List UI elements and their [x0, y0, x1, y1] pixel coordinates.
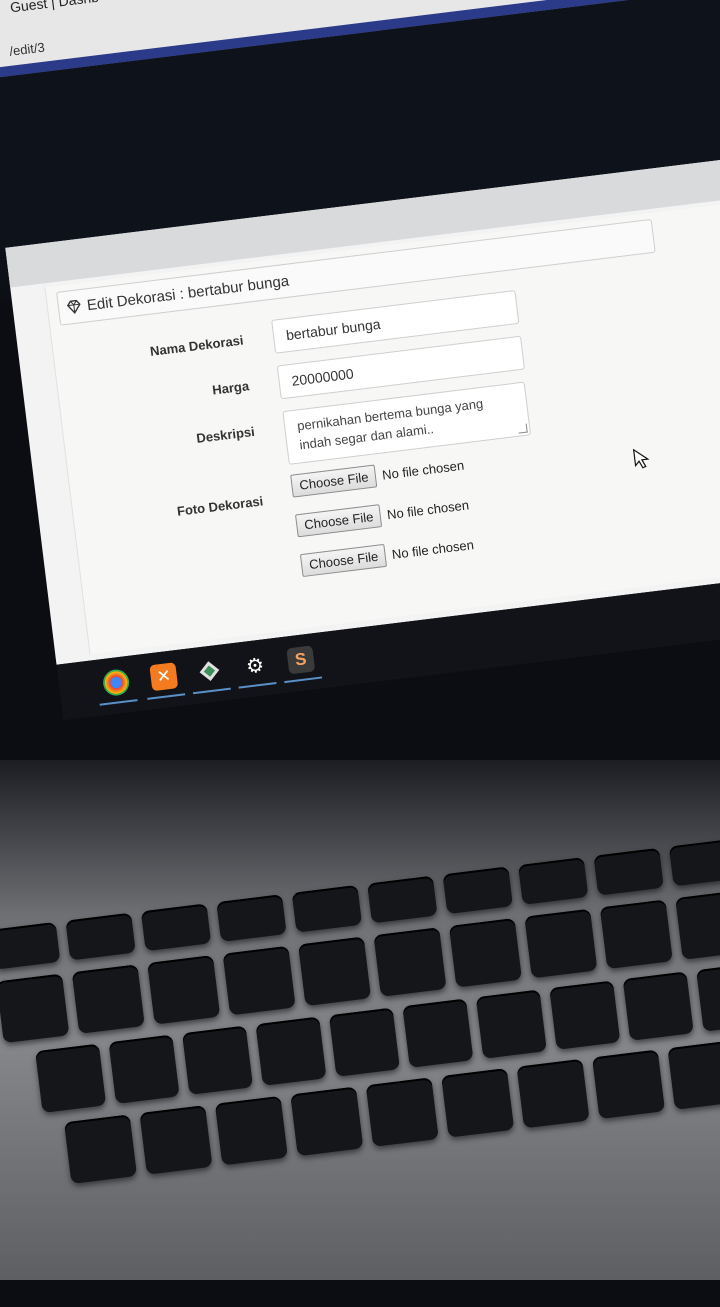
- keyboard-key: [675, 890, 720, 960]
- address-bar[interactable]: /edit/3: [9, 40, 46, 59]
- browser-tab-title[interactable]: Guest | Dashb: [9, 0, 100, 15]
- foto-file-input-2[interactable]: Choose File No file chosen: [295, 493, 470, 538]
- keyboard-key: [667, 1040, 720, 1110]
- file-status: No file chosen: [381, 457, 465, 483]
- keyboard-key: [216, 894, 287, 942]
- file-status: No file chosen: [391, 537, 475, 562]
- keyboard-key: [373, 927, 447, 997]
- keyboard-key: [593, 847, 664, 896]
- keyboard-key: [290, 1086, 364, 1157]
- xampp-icon[interactable]: ✕: [149, 662, 179, 692]
- keyboard-key: [139, 1105, 213, 1175]
- mouse-pointer-icon: [632, 448, 650, 469]
- keyboard-key: [622, 971, 694, 1041]
- keyboard-key: [147, 955, 221, 1025]
- chrome-icon[interactable]: [101, 668, 131, 698]
- gear-icon[interactable]: ⚙: [241, 651, 270, 680]
- keyboard-key: [255, 1016, 327, 1086]
- keyboard-key: [549, 980, 621, 1050]
- keyboard-key: [222, 945, 296, 1016]
- keyboard-key: [140, 903, 212, 952]
- keyboard-key: [696, 962, 720, 1032]
- keyboard-key: [298, 936, 372, 1007]
- form-row-foto: Foto Dekorasi: [72, 484, 264, 531]
- keyboard-key: [592, 1049, 666, 1120]
- keyboard-key: [441, 1068, 515, 1138]
- active-app-indicator: [238, 682, 277, 689]
- resize-handle-icon[interactable]: [517, 423, 528, 434]
- card-title: Edit Dekorasi : bertabur bunga: [85, 272, 290, 314]
- keyboard-key: [328, 1007, 401, 1077]
- foto-label: Foto Dekorasi: [176, 493, 265, 519]
- git-icon[interactable]: [195, 657, 224, 686]
- diamond-icon: [66, 299, 81, 315]
- keyboard-key: [599, 899, 673, 970]
- keyboard-key: [668, 838, 720, 887]
- sublime-text-icon[interactable]: S: [286, 645, 316, 675]
- keyboard-key: [182, 1025, 254, 1095]
- keyboard-key: [64, 1114, 138, 1184]
- keyboard-key: [214, 1095, 288, 1166]
- keyboard-key: [402, 998, 474, 1068]
- laptop-screen: Guest | Dashb /edit/3 Edit Dekorasi : be…: [0, 0, 720, 734]
- foto-file-input-3[interactable]: Choose File No file chosen: [299, 533, 475, 578]
- keyboard-key: [367, 875, 438, 924]
- keyboard-key: [71, 964, 145, 1034]
- keyboard-key: [108, 1034, 180, 1104]
- keyboard-key: [65, 912, 136, 961]
- active-app-indicator: [192, 687, 231, 695]
- keyboard-key: [442, 866, 513, 915]
- active-app-indicator: [147, 693, 186, 700]
- file-status: No file chosen: [386, 497, 470, 523]
- keyboard-key: [524, 908, 598, 979]
- active-app-indicator: [99, 699, 138, 706]
- keyboard-key: [475, 989, 547, 1059]
- choose-file-button[interactable]: Choose File: [299, 543, 388, 578]
- keyboard-key: [516, 1058, 590, 1129]
- keyboard-key: [0, 921, 61, 970]
- choose-file-button[interactable]: Choose File: [290, 464, 378, 498]
- keyboard-key: [0, 973, 70, 1044]
- nama-label: Nama Dekorasi: [149, 332, 245, 359]
- choose-file-button[interactable]: Choose File: [295, 504, 383, 538]
- active-app-indicator: [284, 676, 323, 684]
- keyboard-key: [365, 1077, 439, 1147]
- keyboard-key: [448, 917, 523, 988]
- keyboard-key: [35, 1043, 107, 1113]
- keyboard-key: [518, 857, 589, 905]
- keyboard-key: [291, 884, 363, 933]
